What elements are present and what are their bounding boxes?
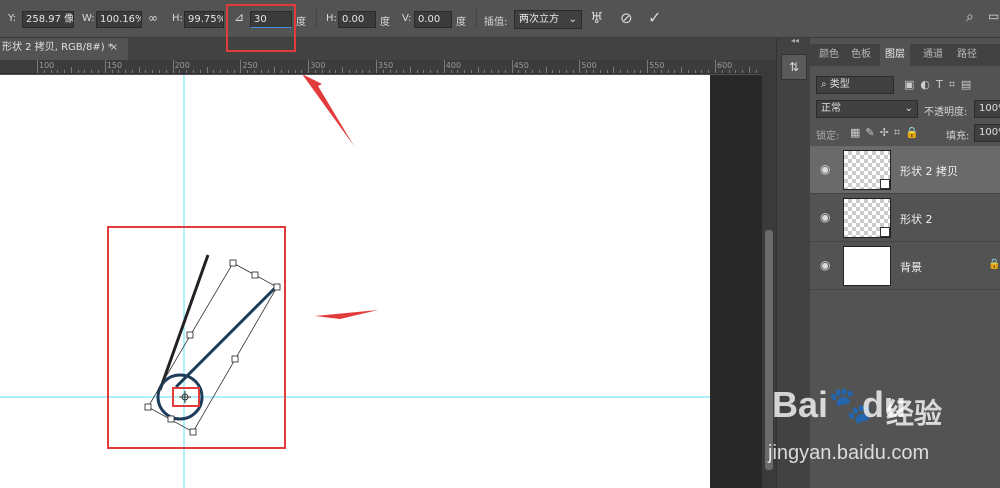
shape-layer-icon — [880, 179, 890, 189]
layer-name: 形状 2 拷贝 — [900, 165, 958, 178]
rotate-field-highlight — [226, 4, 296, 52]
layer-filter-select[interactable]: ⌕ 类型 — [816, 76, 894, 94]
tab-channels[interactable]: 通道 — [918, 44, 948, 66]
opacity-label: 不透明度: — [924, 107, 968, 118]
lock-icon: 🔒 — [988, 259, 1000, 270]
filter-icons[interactable]: ▣◐T⌗▤ — [904, 78, 977, 92]
shape-layer-icon — [880, 227, 890, 237]
collapse-icon[interactable]: ◂◂ — [791, 36, 799, 45]
layer-row[interactable]: ◉ 形状 2 拷贝 — [810, 146, 1000, 194]
baidu-watermark: Bai🐾du 经验 jingyan.baidu.com — [760, 380, 1000, 488]
tab-color[interactable]: 颜色 — [814, 44, 844, 66]
history-panel-icon[interactable]: ⇅ — [781, 54, 807, 80]
layer-filter-kind: 类型 — [829, 79, 850, 90]
blend-row: 正常 ⌄ 不透明度: 100% — [810, 100, 1000, 122]
panel-tabs: 颜色 色板 图层 通道 路径 — [810, 44, 1000, 66]
blend-mode-select[interactable]: 正常 ⌄ — [816, 100, 918, 118]
paw-icon: 🐾 — [828, 384, 873, 425]
eye-icon[interactable]: ◉ — [820, 210, 834, 224]
layer-thumbnail — [843, 150, 891, 190]
blend-mode-value: 正常 — [821, 103, 841, 114]
lock-row: 锁定: ▦✎✢⌗🔒 填充: 100% — [810, 124, 1000, 146]
watermark-chinese: 经验 — [886, 397, 943, 430]
layer-thumbnail — [843, 198, 891, 238]
tab-layers[interactable]: 图层 — [880, 44, 910, 66]
layer-row[interactable]: ◉ 背景 🔒 — [810, 242, 1000, 290]
chevron-down-icon: ⌄ — [904, 103, 913, 114]
watermark-url: jingyan.baidu.com — [768, 442, 930, 464]
lock-icons[interactable]: ▦✎✢⌗🔒 — [850, 126, 924, 140]
eye-icon[interactable]: ◉ — [820, 162, 834, 176]
layer-row[interactable]: ◉ 形状 2 — [810, 194, 1000, 242]
lock-label: 锁定: — [816, 131, 840, 142]
layer-filter-row: ⌕ 类型 ▣◐T⌗▤ — [810, 76, 1000, 98]
layer-name: 形状 2 — [900, 213, 933, 226]
layer-name: 背景 — [900, 261, 922, 274]
opacity-field[interactable]: 100% — [974, 100, 1000, 118]
fill-field[interactable]: 100% — [974, 124, 1000, 142]
tab-swatches[interactable]: 色板 — [846, 44, 876, 66]
layer-thumbnail — [843, 246, 891, 286]
tab-paths[interactable]: 路径 — [952, 44, 982, 66]
annotation-arrow — [302, 74, 354, 146]
eye-icon[interactable]: ◉ — [820, 258, 834, 272]
fill-label: 填充: — [946, 131, 970, 142]
